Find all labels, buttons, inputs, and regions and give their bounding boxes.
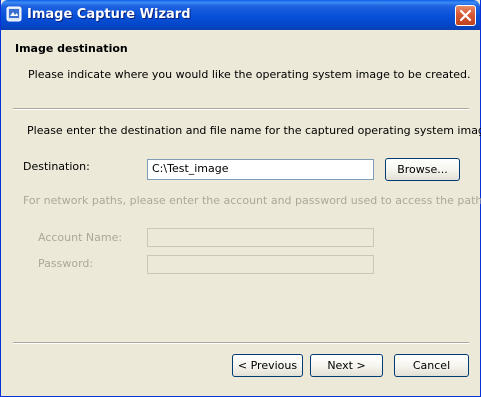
title-bar[interactable]: Image Capture Wizard (1, 0, 480, 30)
window-title: Image Capture Wizard (27, 7, 191, 22)
close-button[interactable] (455, 5, 476, 26)
browse-button[interactable]: Browse... (385, 158, 460, 181)
network-paths-note: For network paths, please enter the acco… (23, 194, 481, 207)
section-title: Image destination (15, 42, 128, 55)
close-icon (459, 9, 472, 22)
destination-label: Destination: (23, 160, 90, 173)
wizard-app-icon (6, 6, 22, 22)
previous-button[interactable]: < Previous (232, 354, 303, 377)
password-label: Password: (38, 257, 94, 270)
instruction-text: Please enter the destination and file na… (27, 124, 481, 137)
destination-input[interactable]: C:\Test_image (147, 159, 374, 180)
header-panel: Image destination Please indicate where … (2, 30, 479, 108)
account-name-input[interactable] (147, 228, 374, 247)
header-divider (13, 108, 469, 110)
footer-divider (13, 342, 469, 344)
cancel-button[interactable]: Cancel (394, 354, 469, 377)
password-input[interactable] (147, 255, 374, 274)
section-description: Please indicate where you would like the… (28, 68, 471, 81)
account-name-label: Account Name: (38, 231, 123, 244)
next-button[interactable]: Next > (310, 354, 383, 377)
wizard-window: Image Capture Wizard Image destination P… (0, 0, 481, 397)
